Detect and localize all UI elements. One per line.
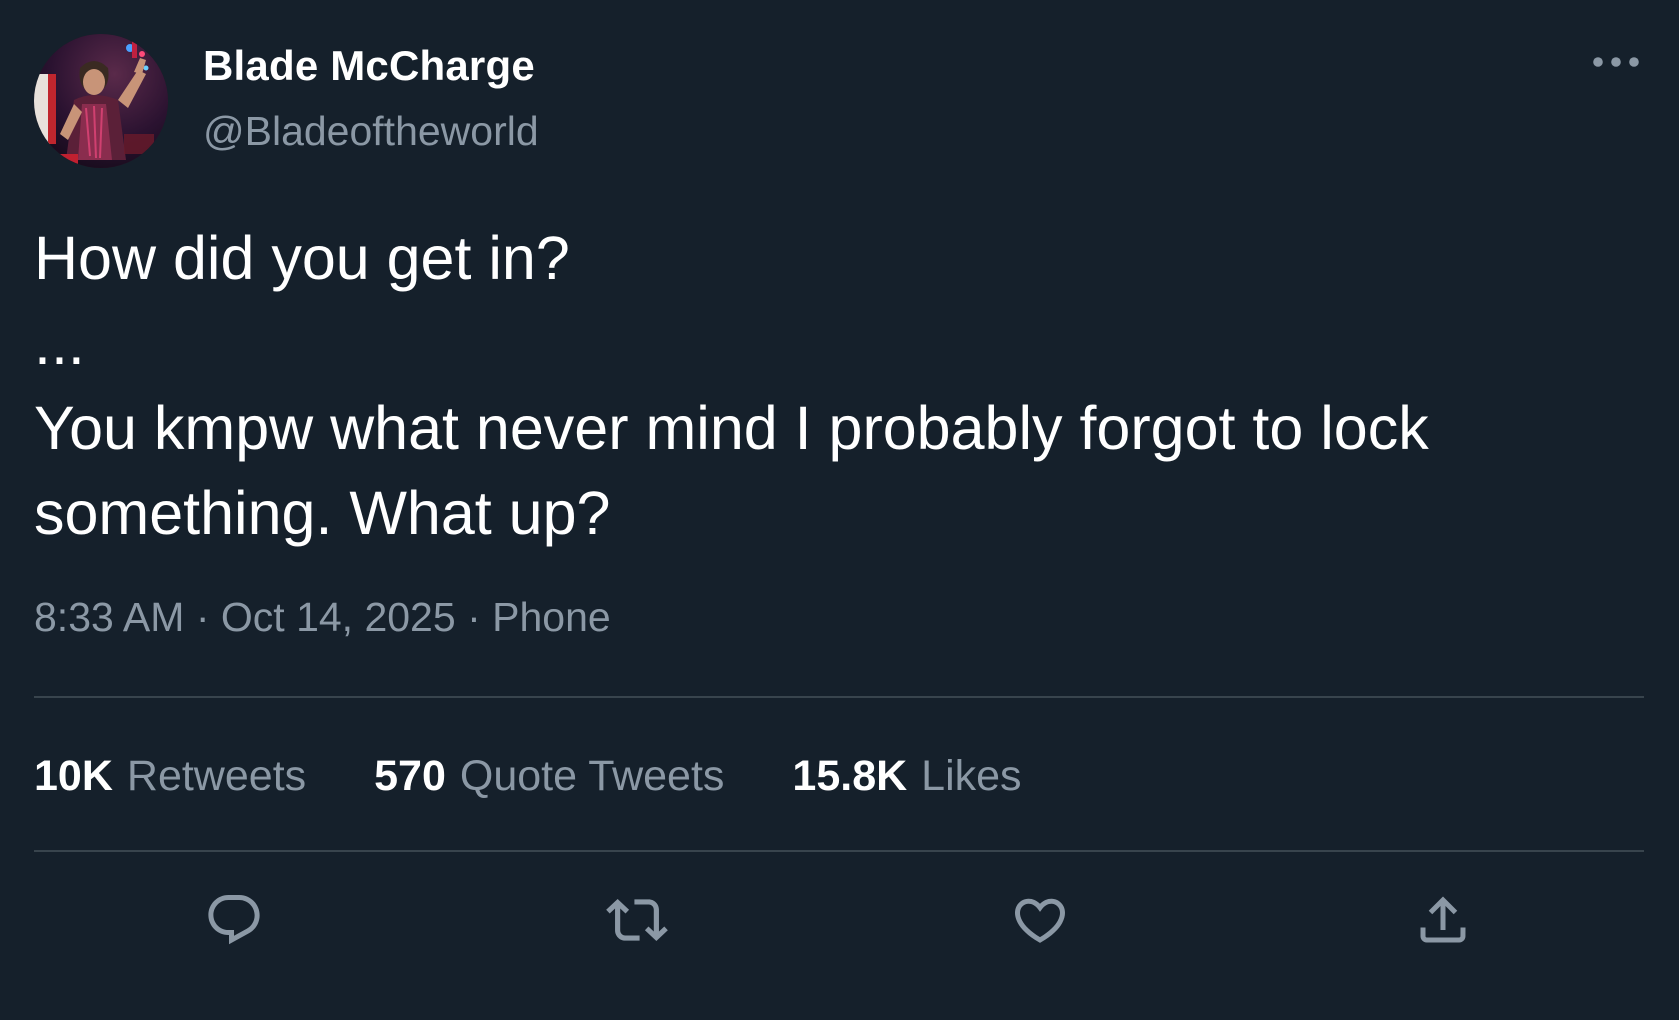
- meta-separator: ·: [195, 594, 221, 640]
- stat-label: Retweets: [126, 752, 307, 800]
- retweets-stat[interactable]: 10K Retweets: [34, 752, 306, 801]
- heart-icon: [1014, 898, 1066, 943]
- tweet-time-link[interactable]: 8:33 AM: [34, 594, 184, 640]
- divider: [34, 850, 1644, 852]
- tweet-text-line: ...: [34, 309, 85, 377]
- tweet-card: Blade McCharge @Bladeoftheworld How did …: [0, 0, 1679, 1020]
- reply-icon: [208, 895, 260, 945]
- stat-value: 15.8K: [792, 752, 908, 800]
- stat-value: 10K: [34, 752, 113, 800]
- like-button[interactable]: [1000, 880, 1080, 960]
- stat-label: Likes: [921, 752, 1022, 800]
- tweet-meta: 8:33 AM · Oct 14, 2025 · Phone: [34, 594, 611, 641]
- more-dots-icon: [1593, 57, 1639, 67]
- tweet-text-line: something. What up?: [34, 479, 611, 547]
- tweet-text-line: You kmpw what never mind I probably forg…: [34, 394, 1429, 462]
- stat-label: Quote Tweets: [459, 752, 725, 800]
- meta-separator: ·: [467, 594, 493, 640]
- tweet-actions: [34, 880, 1644, 960]
- retweet-button[interactable]: [597, 880, 677, 960]
- tweet-date-link[interactable]: Oct 14, 2025: [221, 594, 456, 640]
- more-options-button[interactable]: [1580, 40, 1652, 84]
- quote-tweets-stat[interactable]: 570 Quote Tweets: [374, 752, 724, 801]
- divider: [34, 696, 1644, 698]
- reply-button[interactable]: [194, 880, 274, 960]
- retweet-icon: [606, 899, 668, 941]
- tweet-text-line: How did you get in?: [34, 224, 570, 292]
- likes-stat[interactable]: 15.8K Likes: [792, 752, 1021, 801]
- share-icon: [1420, 896, 1466, 943]
- author-handle[interactable]: @Bladeoftheworld: [203, 108, 539, 155]
- tweet-stats: 10K Retweets 570 Quote Tweets 15.8K Like…: [34, 752, 1090, 801]
- tweet-text: How did you get in? ... You kmpw what ne…: [34, 216, 1594, 556]
- share-button[interactable]: [1403, 880, 1483, 960]
- author-avatar[interactable]: [34, 34, 168, 168]
- tweet-source: Phone: [492, 594, 611, 640]
- author-display-name[interactable]: Blade McCharge: [203, 42, 535, 90]
- wrestler-avatar-icon: [34, 34, 168, 168]
- stat-value: 570: [374, 752, 446, 800]
